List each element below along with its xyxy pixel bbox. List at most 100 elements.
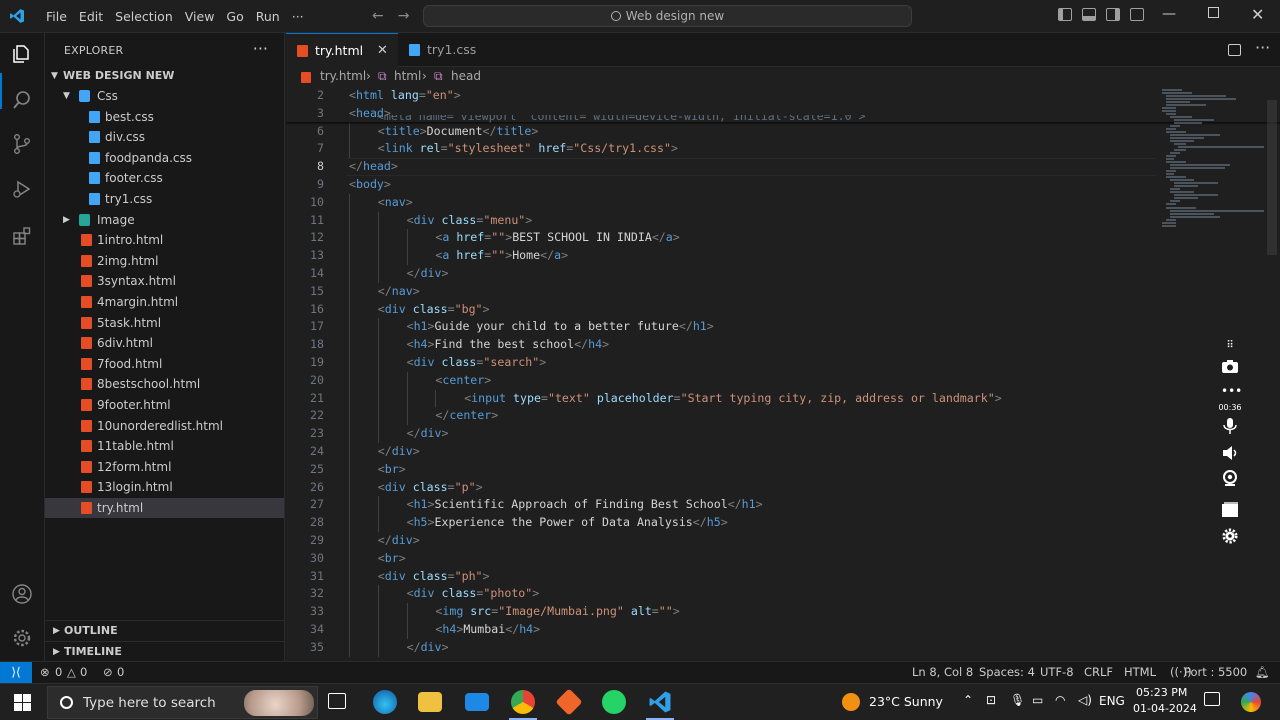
- volume-icon[interactable]: ◁): [1078, 693, 1092, 707]
- file-item[interactable]: 8bestschool.html: [45, 374, 284, 394]
- ports-count[interactable]: 0: [117, 662, 124, 683]
- menu-go[interactable]: Go: [220, 9, 249, 24]
- file-item[interactable]: 12form.html: [45, 457, 284, 477]
- windows-start-icon[interactable]: [14, 694, 31, 711]
- minimap[interactable]: [1160, 87, 1265, 247]
- encoding[interactable]: UTF-8: [1040, 662, 1074, 683]
- breadcrumb-file[interactable]: try.html: [320, 67, 366, 85]
- code-line[interactable]: 15 </nav>: [286, 282, 1156, 301]
- run-debug-icon[interactable]: [11, 178, 33, 200]
- code-line[interactable]: 35 </div>: [286, 638, 1156, 657]
- line-ending[interactable]: CRLF: [1084, 662, 1113, 683]
- menu-run[interactable]: Run: [250, 9, 286, 24]
- wifi-icon[interactable]: ◠: [1055, 693, 1065, 707]
- back-arrow-icon[interactable]: ←: [372, 8, 384, 24]
- toggle-secondary-sidebar-icon[interactable]: [1106, 8, 1120, 21]
- errors-count[interactable]: 0: [55, 662, 62, 683]
- task-view-icon[interactable]: [328, 693, 346, 709]
- cursor-position[interactable]: Ln 8, Col 8: [912, 662, 973, 683]
- forward-arrow-icon[interactable]: →: [398, 8, 410, 24]
- vscode-taskbar-icon[interactable]: [648, 690, 672, 714]
- clock-time[interactable]: 05:23 PM: [1136, 686, 1187, 699]
- breadcrumb-html[interactable]: html: [394, 67, 421, 85]
- accounts-icon[interactable]: [11, 583, 33, 605]
- file-item[interactable]: foodpanda.css: [45, 148, 284, 168]
- split-editor-icon[interactable]: [1228, 44, 1241, 56]
- code-line[interactable]: 16 <div class="bg">: [286, 300, 1156, 319]
- code-line[interactable]: 29 </div>: [286, 532, 1156, 550]
- file-explorer-icon[interactable]: [418, 692, 442, 712]
- input-language[interactable]: ENG: [1099, 694, 1125, 708]
- microphone-icon[interactable]: [1221, 418, 1239, 434]
- toggle-panel-icon[interactable]: [1082, 8, 1096, 21]
- code-line[interactable]: 10 <nav>: [286, 193, 1156, 212]
- code-line[interactable]: 23 </div>: [286, 425, 1156, 443]
- command-center-search[interactable]: Web design new: [423, 5, 912, 27]
- warnings-count[interactable]: 0: [80, 662, 87, 683]
- taskbar-search-box[interactable]: Type here to search: [47, 686, 318, 719]
- timeline-section[interactable]: ▶ TIMELINE: [45, 641, 284, 661]
- menu-selection[interactable]: Selection: [109, 9, 179, 24]
- close-tab-icon[interactable]: ✕: [377, 34, 388, 68]
- remote-indicator-icon[interactable]: ⟩⟨: [0, 662, 32, 683]
- window-capture-icon[interactable]: [1221, 502, 1239, 518]
- tab-try-html[interactable]: try.html ✕: [286, 33, 398, 67]
- file-item[interactable]: 2img.html: [45, 251, 284, 271]
- close-window-icon[interactable]: ✕: [1251, 5, 1264, 24]
- file-item[interactable]: footer.css: [45, 168, 284, 188]
- sun-weather-icon[interactable]: [842, 693, 860, 711]
- breadcrumb-head[interactable]: head: [451, 67, 481, 85]
- file-item[interactable]: 3syntax.html: [45, 271, 284, 291]
- extensions-icon[interactable]: [11, 225, 33, 247]
- mic-tray-icon[interactable]: 🎙︎: [1010, 693, 1025, 707]
- language-mode[interactable]: HTML: [1124, 662, 1156, 683]
- file-item[interactable]: 11table.html: [45, 436, 284, 456]
- manage-gear-icon[interactable]: [11, 627, 33, 649]
- toggle-sidebar-icon[interactable]: [1058, 8, 1072, 21]
- more-actions-icon[interactable]: ···: [1255, 38, 1270, 57]
- security-icon[interactable]: ⊡: [986, 693, 996, 707]
- menu-view[interactable]: View: [179, 9, 221, 24]
- chevron-up-icon[interactable]: ⌃: [963, 693, 973, 707]
- file-item-selected[interactable]: try.html: [45, 498, 284, 518]
- battery-icon[interactable]: ▭: [1032, 693, 1043, 707]
- file-item[interactable]: 6div.html: [45, 333, 284, 353]
- more-icon[interactable]: •••: [1221, 384, 1242, 400]
- minimize-icon[interactable]: —: [1162, 6, 1176, 22]
- tab-try1-css[interactable]: try1.css: [398, 33, 508, 67]
- menu-edit[interactable]: Edit: [73, 9, 109, 24]
- drag-handle-icon[interactable]: ⠿: [1221, 340, 1239, 356]
- file-item[interactable]: 10unorderedlist.html: [45, 416, 284, 436]
- code-line[interactable]: 24 </div>: [286, 443, 1156, 461]
- file-item[interactable]: 5task.html: [45, 313, 284, 333]
- notification-center-icon[interactable]: [1204, 692, 1220, 706]
- code-line[interactable]: 26 <div class="p">: [286, 478, 1156, 497]
- file-item[interactable]: 13login.html: [45, 477, 284, 497]
- file-item[interactable]: div.css: [45, 127, 284, 147]
- code-line[interactable]: 32 <div class="photo">: [286, 585, 1156, 604]
- file-item[interactable]: 9footer.html: [45, 395, 284, 415]
- code-line[interactable]: 34 <h4>Mumbai</h4>: [286, 621, 1156, 639]
- code-line[interactable]: 31 <div class="ph">: [286, 567, 1156, 586]
- code-line[interactable]: 33 <img src="Image/Mumbai.png" alt="">: [286, 603, 1156, 621]
- live-server-port[interactable]: Port : 5500: [1184, 662, 1247, 683]
- errors-icon[interactable]: ⊗: [40, 662, 50, 683]
- maximize-icon[interactable]: [1208, 7, 1219, 18]
- code-line[interactable]: 13 <a href="">Home</a>: [286, 247, 1156, 265]
- weather-text[interactable]: 23°C Sunny: [869, 694, 943, 709]
- whatsapp-icon[interactable]: [602, 690, 626, 714]
- notifications-bell-icon[interactable]: 🔔︎: [1255, 662, 1270, 683]
- file-item[interactable]: best.css: [45, 107, 284, 127]
- edge-icon[interactable]: [373, 690, 397, 714]
- webcam-icon[interactable]: [1221, 470, 1239, 486]
- outline-section[interactable]: ▶ OUTLINE: [45, 620, 284, 640]
- folder-css[interactable]: ▼ Css: [45, 86, 284, 106]
- code-line[interactable]: 7 <link rel="stylesheet" href="Css/try1.c…: [286, 140, 1156, 159]
- file-item[interactable]: 1intro.html: [45, 230, 284, 250]
- code-line[interactable]: 20 <center>: [286, 371, 1156, 390]
- speaker-icon[interactable]: [1221, 445, 1239, 461]
- code-line[interactable]: 28 <h5>Experience the Power of Data Analy…: [286, 514, 1156, 532]
- clock-date[interactable]: 01-04-2024: [1133, 702, 1197, 715]
- folder-root[interactable]: ▼ WEB DESIGN NEW: [45, 66, 284, 86]
- folder-image[interactable]: ▶ Image: [45, 210, 284, 230]
